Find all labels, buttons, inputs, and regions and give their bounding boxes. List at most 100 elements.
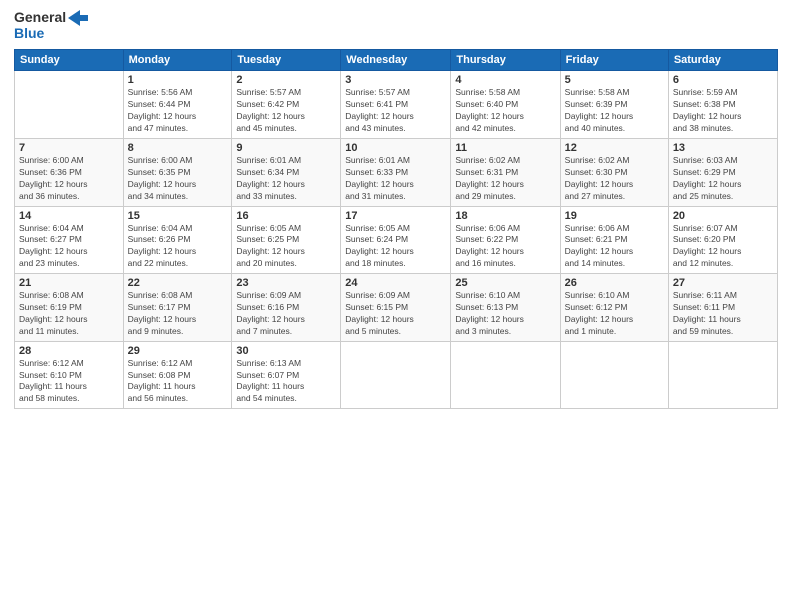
calendar-header-row: SundayMondayTuesdayWednesdayThursdayFrid… [15, 50, 778, 71]
day-info: Sunrise: 5:58 AM Sunset: 6:40 PM Dayligh… [455, 87, 555, 135]
calendar-cell: 30Sunrise: 6:13 AM Sunset: 6:07 PM Dayli… [232, 341, 341, 409]
calendar-cell: 19Sunrise: 6:06 AM Sunset: 6:21 PM Dayli… [560, 206, 668, 274]
day-info: Sunrise: 6:05 AM Sunset: 6:25 PM Dayligh… [236, 223, 336, 271]
logo-line1: General [14, 10, 88, 26]
day-number: 8 [128, 142, 228, 154]
day-info: Sunrise: 6:12 AM Sunset: 6:08 PM Dayligh… [128, 358, 228, 406]
calendar-cell: 13Sunrise: 6:03 AM Sunset: 6:29 PM Dayli… [668, 138, 777, 206]
calendar-week-2: 7Sunrise: 6:00 AM Sunset: 6:36 PM Daylig… [15, 138, 778, 206]
day-info: Sunrise: 6:02 AM Sunset: 6:30 PM Dayligh… [565, 155, 664, 203]
day-info: Sunrise: 5:57 AM Sunset: 6:42 PM Dayligh… [236, 87, 336, 135]
day-info: Sunrise: 6:01 AM Sunset: 6:34 PM Dayligh… [236, 155, 336, 203]
day-info: Sunrise: 5:56 AM Sunset: 6:44 PM Dayligh… [128, 87, 228, 135]
day-number: 20 [673, 210, 773, 222]
calendar-cell: 4Sunrise: 5:58 AM Sunset: 6:40 PM Daylig… [451, 71, 560, 139]
day-number: 6 [673, 74, 773, 86]
calendar-cell: 3Sunrise: 5:57 AM Sunset: 6:41 PM Daylig… [341, 71, 451, 139]
day-number: 5 [565, 74, 664, 86]
day-number: 9 [236, 142, 336, 154]
day-info: Sunrise: 6:07 AM Sunset: 6:20 PM Dayligh… [673, 223, 773, 271]
day-info: Sunrise: 6:02 AM Sunset: 6:31 PM Dayligh… [455, 155, 555, 203]
day-info: Sunrise: 5:58 AM Sunset: 6:39 PM Dayligh… [565, 87, 664, 135]
calendar-cell: 20Sunrise: 6:07 AM Sunset: 6:20 PM Dayli… [668, 206, 777, 274]
calendar-cell: 24Sunrise: 6:09 AM Sunset: 6:15 PM Dayli… [341, 274, 451, 342]
calendar-cell: 23Sunrise: 6:09 AM Sunset: 6:16 PM Dayli… [232, 274, 341, 342]
day-info: Sunrise: 6:08 AM Sunset: 6:19 PM Dayligh… [19, 290, 119, 338]
day-number: 13 [673, 142, 773, 154]
day-number: 12 [565, 142, 664, 154]
calendar-cell: 10Sunrise: 6:01 AM Sunset: 6:33 PM Dayli… [341, 138, 451, 206]
calendar-cell: 8Sunrise: 6:00 AM Sunset: 6:35 PM Daylig… [123, 138, 232, 206]
day-info: Sunrise: 6:04 AM Sunset: 6:27 PM Dayligh… [19, 223, 119, 271]
calendar-cell: 17Sunrise: 6:05 AM Sunset: 6:24 PM Dayli… [341, 206, 451, 274]
day-number: 28 [19, 345, 119, 357]
day-info: Sunrise: 6:09 AM Sunset: 6:15 PM Dayligh… [345, 290, 446, 338]
day-number: 11 [455, 142, 555, 154]
calendar-week-3: 14Sunrise: 6:04 AM Sunset: 6:27 PM Dayli… [15, 206, 778, 274]
day-info: Sunrise: 5:57 AM Sunset: 6:41 PM Dayligh… [345, 87, 446, 135]
calendar-body: 1Sunrise: 5:56 AM Sunset: 6:44 PM Daylig… [15, 71, 778, 409]
day-number: 19 [565, 210, 664, 222]
day-number: 24 [345, 277, 446, 289]
day-number: 3 [345, 74, 446, 86]
day-info: Sunrise: 6:10 AM Sunset: 6:12 PM Dayligh… [565, 290, 664, 338]
calendar-cell: 14Sunrise: 6:04 AM Sunset: 6:27 PM Dayli… [15, 206, 124, 274]
calendar-cell: 25Sunrise: 6:10 AM Sunset: 6:13 PM Dayli… [451, 274, 560, 342]
day-info: Sunrise: 6:06 AM Sunset: 6:21 PM Dayligh… [565, 223, 664, 271]
calendar-cell [451, 341, 560, 409]
calendar-header-friday: Friday [560, 50, 668, 71]
calendar-cell: 29Sunrise: 6:12 AM Sunset: 6:08 PM Dayli… [123, 341, 232, 409]
day-info: Sunrise: 6:09 AM Sunset: 6:16 PM Dayligh… [236, 290, 336, 338]
day-number: 16 [236, 210, 336, 222]
page: General Blue SundayMondayTuesdayWednesda… [0, 0, 792, 612]
day-info: Sunrise: 6:10 AM Sunset: 6:13 PM Dayligh… [455, 290, 555, 338]
calendar-cell: 16Sunrise: 6:05 AM Sunset: 6:25 PM Dayli… [232, 206, 341, 274]
day-number: 25 [455, 277, 555, 289]
calendar-cell: 22Sunrise: 6:08 AM Sunset: 6:17 PM Dayli… [123, 274, 232, 342]
day-info: Sunrise: 6:00 AM Sunset: 6:35 PM Dayligh… [128, 155, 228, 203]
calendar-cell: 28Sunrise: 6:12 AM Sunset: 6:10 PM Dayli… [15, 341, 124, 409]
day-info: Sunrise: 6:04 AM Sunset: 6:26 PM Dayligh… [128, 223, 228, 271]
logo-blue: Blue [14, 26, 44, 41]
day-number: 26 [565, 277, 664, 289]
calendar-table: SundayMondayTuesdayWednesdayThursdayFrid… [14, 49, 778, 409]
day-number: 1 [128, 74, 228, 86]
day-number: 15 [128, 210, 228, 222]
logo-arrow-icon [68, 10, 88, 26]
day-number: 10 [345, 142, 446, 154]
day-info: Sunrise: 6:01 AM Sunset: 6:33 PM Dayligh… [345, 155, 446, 203]
calendar-header-saturday: Saturday [668, 50, 777, 71]
calendar-cell: 11Sunrise: 6:02 AM Sunset: 6:31 PM Dayli… [451, 138, 560, 206]
day-info: Sunrise: 6:11 AM Sunset: 6:11 PM Dayligh… [673, 290, 773, 338]
day-number: 7 [19, 142, 119, 154]
calendar-week-4: 21Sunrise: 6:08 AM Sunset: 6:19 PM Dayli… [15, 274, 778, 342]
day-number: 18 [455, 210, 555, 222]
day-number: 22 [128, 277, 228, 289]
logo-general: General [14, 10, 66, 25]
day-info: Sunrise: 6:08 AM Sunset: 6:17 PM Dayligh… [128, 290, 228, 338]
calendar-cell: 2Sunrise: 5:57 AM Sunset: 6:42 PM Daylig… [232, 71, 341, 139]
calendar-header-monday: Monday [123, 50, 232, 71]
calendar-header-wednesday: Wednesday [341, 50, 451, 71]
calendar-cell [341, 341, 451, 409]
day-number: 17 [345, 210, 446, 222]
calendar-cell: 26Sunrise: 6:10 AM Sunset: 6:12 PM Dayli… [560, 274, 668, 342]
day-info: Sunrise: 6:00 AM Sunset: 6:36 PM Dayligh… [19, 155, 119, 203]
calendar-cell [668, 341, 777, 409]
calendar-cell: 15Sunrise: 6:04 AM Sunset: 6:26 PM Dayli… [123, 206, 232, 274]
day-info: Sunrise: 6:12 AM Sunset: 6:10 PM Dayligh… [19, 358, 119, 406]
day-number: 27 [673, 277, 773, 289]
calendar-cell: 12Sunrise: 6:02 AM Sunset: 6:30 PM Dayli… [560, 138, 668, 206]
calendar-header-tuesday: Tuesday [232, 50, 341, 71]
day-info: Sunrise: 6:06 AM Sunset: 6:22 PM Dayligh… [455, 223, 555, 271]
calendar-cell: 27Sunrise: 6:11 AM Sunset: 6:11 PM Dayli… [668, 274, 777, 342]
calendar-cell: 5Sunrise: 5:58 AM Sunset: 6:39 PM Daylig… [560, 71, 668, 139]
day-number: 30 [236, 345, 336, 357]
calendar-cell [15, 71, 124, 139]
calendar-cell: 7Sunrise: 6:00 AM Sunset: 6:36 PM Daylig… [15, 138, 124, 206]
day-info: Sunrise: 5:59 AM Sunset: 6:38 PM Dayligh… [673, 87, 773, 135]
day-info: Sunrise: 6:05 AM Sunset: 6:24 PM Dayligh… [345, 223, 446, 271]
day-number: 4 [455, 74, 555, 86]
day-number: 23 [236, 277, 336, 289]
calendar-cell: 1Sunrise: 5:56 AM Sunset: 6:44 PM Daylig… [123, 71, 232, 139]
